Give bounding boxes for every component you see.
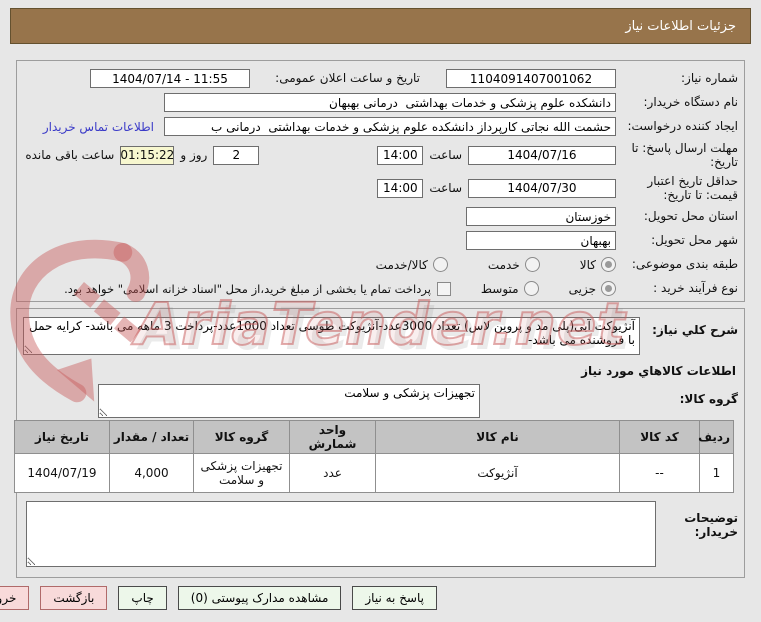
col-item-name: نام کالا <box>375 420 620 454</box>
option-goods: کالا <box>580 257 616 272</box>
radio-process-minor[interactable] <box>601 281 616 296</box>
radio-process-minor-label: جزیی <box>568 281 596 296</box>
row-delivery-city: شهر محل تحویل: <box>23 230 738 251</box>
radio-process-medium-label: متوسط <box>480 281 519 296</box>
delivery-province-label: استان محل تحویل: <box>643 209 738 224</box>
radio-classification-goods-service[interactable] <box>432 257 448 272</box>
requester-input[interactable] <box>164 117 616 136</box>
radio-classification-service-label: خدمت <box>487 257 520 272</box>
goods-group-label: گروه کالا: <box>679 392 738 406</box>
treasury-note-label: پرداخت تمام یا بخشی از مبلغ خرید،از محل … <box>64 281 431 296</box>
announce-datetime-input[interactable] <box>90 69 250 88</box>
option-goods-service: کالا/خدمت <box>376 257 448 272</box>
col-group: گروه کالا <box>193 420 290 454</box>
treasury-checkbox[interactable] <box>436 281 451 296</box>
need-number-label: شماره نیاز: <box>681 71 738 86</box>
row-buyer-comments: توضیحات خریدار: <box>23 501 738 567</box>
row-buyer-org: نام دستگاه خریدار: <box>23 92 738 113</box>
goods-info-groupbox: شرح کلي نیاز: آنژیوکت آبی(پلی مد و پروین… <box>14 308 745 578</box>
row-purchase-process: نوع فرآیند خرید : جزیی متوسط پرداخت تمام… <box>23 278 738 299</box>
row-subject-classification: طبقه بندی موضوعی: کالا خدمت کالا/خدمت <box>23 254 738 275</box>
option-medium: متوسط <box>481 281 539 296</box>
need-info-groupbox: شماره نیاز: تاریخ و ساعت اعلان عمومی: نا… <box>16 60 745 302</box>
exit-button[interactable]: خروج <box>0 586 30 610</box>
col-row-number: ردیف <box>698 420 734 454</box>
view-attachments-button[interactable]: مشاهده مدارک پیوستی (0) <box>177 586 342 610</box>
need-details-page: جزئیات اطلاعات نیاز شماره نیاز: تاریخ و … <box>0 0 761 622</box>
goods-section-title: اطلاعات کالاهاي مورد نیاز <box>581 364 736 378</box>
deadline-hour-label: ساعت <box>429 148 462 162</box>
radio-classification-goods-service-label: کالا/خدمت <box>375 257 428 272</box>
goods-table-row: 1 -- آنژیوکت عدد تجهیزات پزشکی و سلامت 4… <box>14 453 734 493</box>
price-validity-label: حداقل تاریخ اعتبار قیمت: تا تاریخ: <box>647 173 738 202</box>
print-button[interactable]: چاپ <box>118 586 167 610</box>
delivery-city-input[interactable] <box>466 231 616 250</box>
treasury-option: پرداخت تمام یا بخشی از مبلغ خرید،از محل … <box>64 281 451 296</box>
col-need-date: تاریخ نیاز <box>14 420 110 454</box>
price-validity-date-input[interactable] <box>468 178 616 198</box>
cell-unit: عدد <box>289 453 376 493</box>
cell-quantity: 4,000 <box>109 453 194 493</box>
row-price-validity: حداقل تاریخ اعتبار قیمت: تا تاریخ: ساعت <box>23 173 738 203</box>
response-deadline-date-input[interactable] <box>468 145 616 165</box>
response-deadline-label: مهلت ارسال پاسخ: تا تاریخ: <box>631 140 738 169</box>
col-item-code: کد کالا <box>619 420 700 454</box>
cell-item-code: -- <box>619 453 700 493</box>
respond-to-need-button[interactable]: پاسخ به نیاز <box>352 586 437 610</box>
page-title-bar: جزئیات اطلاعات نیاز <box>10 8 751 44</box>
hours-remaining-label: ساعت باقی مانده <box>25 148 115 162</box>
radio-process-medium[interactable] <box>523 281 539 296</box>
option-service: خدمت <box>488 257 540 272</box>
row-response-deadline: مهلت ارسال پاسخ: تا تاریخ: ساعت روز و 01… <box>23 140 738 170</box>
row-requester: ایجاد کننده درخواست: اطلاعات تماس خریدار <box>23 116 738 137</box>
cell-item-name: آنژیوکت <box>375 453 620 493</box>
buyer-comments-textarea[interactable] <box>26 501 656 567</box>
buyer-org-label: نام دستگاه خریدار: <box>643 95 739 110</box>
goods-table-header-row: ردیف کد کالا نام کالا واحد شمارش گروه کا… <box>14 420 734 454</box>
cell-group: تجهیزات پزشکی و سلامت <box>193 453 290 493</box>
goods-group-textarea[interactable]: تجهیزات پزشکی و سلامت <box>98 384 480 418</box>
page-title: جزئیات اطلاعات نیاز <box>625 18 736 34</box>
row-delivery-province: استان محل تحویل: <box>23 206 738 227</box>
cell-need-date: 1404/07/19 <box>14 453 110 493</box>
subject-classification-label: طبقه بندی موضوعی: <box>631 257 738 272</box>
col-unit: واحد شمارش <box>289 420 376 454</box>
purchase-process-label: نوع فرآیند خرید : <box>653 281 738 296</box>
response-deadline-time-input[interactable] <box>377 145 424 165</box>
validity-hour-label: ساعت <box>429 181 462 195</box>
buyer-comments-label: توضیحات خریدار: <box>684 511 738 540</box>
announce-datetime-label: تاریخ و ساعت اعلان عمومی: <box>275 71 420 86</box>
goods-table: ردیف کد کالا نام کالا واحد شمارش گروه کا… <box>14 420 734 493</box>
radio-classification-service[interactable] <box>524 257 540 272</box>
option-minor: جزیی <box>569 281 616 296</box>
days-and-label: روز و <box>180 148 208 162</box>
row-need-number: شماره نیاز: تاریخ و ساعت اعلان عمومی: <box>23 68 738 89</box>
cell-row-number: 1 <box>699 453 734 493</box>
action-buttons-row: پاسخ به نیاز مشاهده مدارک پیوستی (0) چاپ… <box>0 586 437 610</box>
buyer-org-input[interactable] <box>164 93 616 112</box>
col-quantity: تعداد / مقدار <box>109 420 194 454</box>
delivery-province-input[interactable] <box>466 207 616 226</box>
row-goods-group: گروه کالا: تجهیزات پزشکی و سلامت <box>23 384 738 418</box>
countdown-timer: 01:15:22 <box>120 145 175 165</box>
need-number-input[interactable] <box>446 69 616 88</box>
radio-classification-goods[interactable] <box>601 257 616 272</box>
buyer-contact-link[interactable]: اطلاعات تماس خریدار <box>43 120 154 134</box>
price-validity-time-input[interactable] <box>377 178 424 198</box>
back-button[interactable]: بازگشت <box>40 586 108 610</box>
requester-label: ایجاد کننده درخواست: <box>627 119 738 134</box>
delivery-city-label: شهر محل تحویل: <box>651 233 738 248</box>
need-description-textarea[interactable]: آنژیوکت آبی(پلی مد و پروین لاس) تعداد 30… <box>23 317 640 355</box>
need-description-label: شرح کلي نیاز: <box>652 323 738 337</box>
row-need-description: شرح کلي نیاز: آنژیوکت آبی(پلی مد و پروین… <box>23 317 738 355</box>
remaining-days-input[interactable] <box>213 145 260 165</box>
radio-classification-goods-label: کالا <box>579 257 596 272</box>
